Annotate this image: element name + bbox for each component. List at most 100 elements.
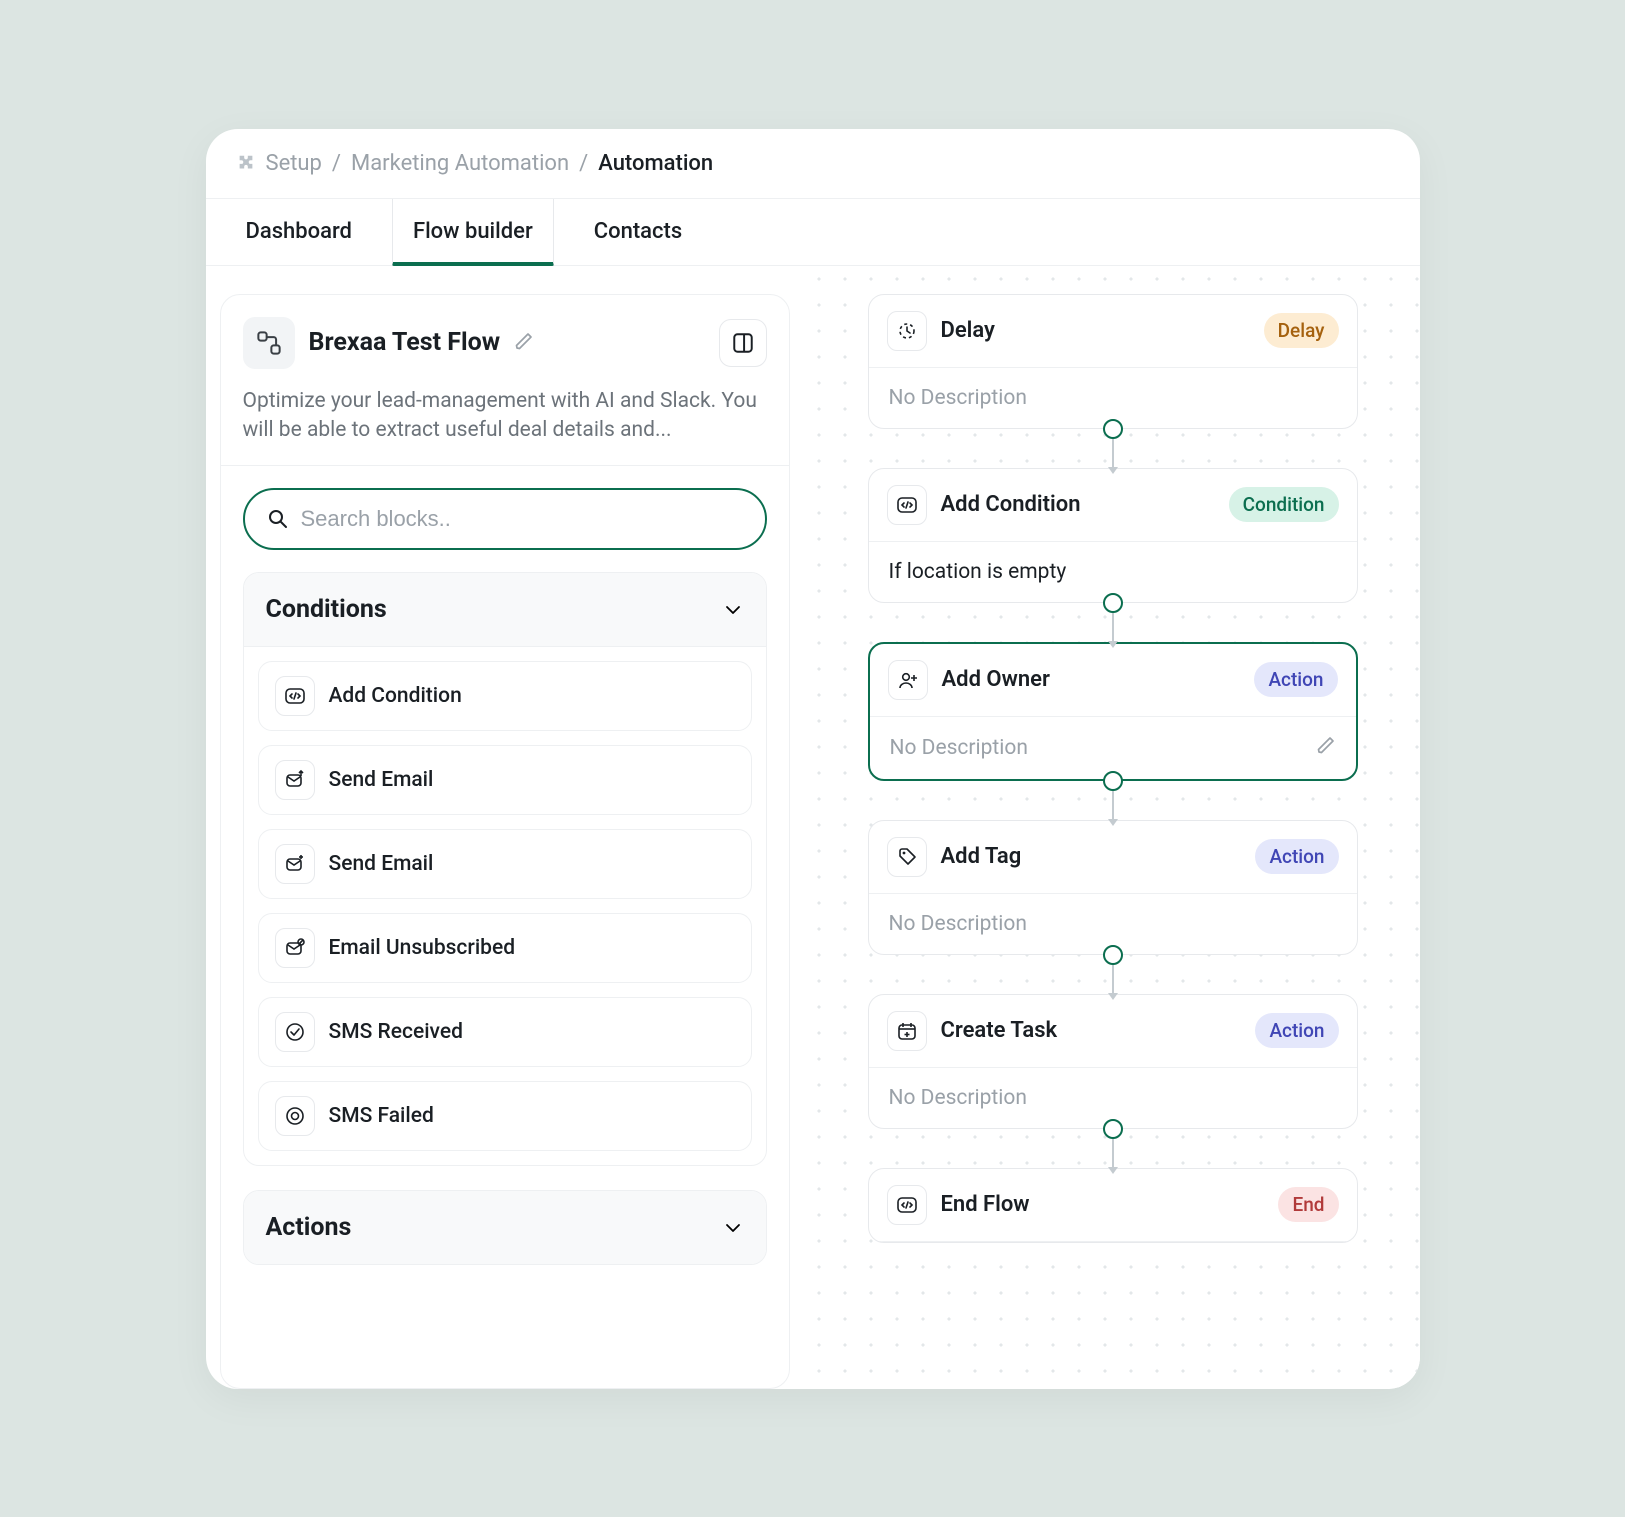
edit-title-button[interactable]	[514, 331, 534, 355]
flow-node[interactable]: Delay Delay No Description	[868, 294, 1358, 429]
flow-icon	[243, 317, 295, 369]
flow-node[interactable]: Add Owner Action No Description	[868, 642, 1358, 781]
tab-dashboard[interactable]: Dashboard	[236, 199, 362, 265]
block-item[interactable]: Send Email	[258, 745, 752, 815]
search-input[interactable]	[301, 506, 743, 532]
code-icon	[275, 676, 315, 716]
check-circle-icon	[275, 1012, 315, 1052]
group-conditions: Conditions Add Condition Send Email Send…	[243, 572, 767, 1166]
node-head: Create Task Action	[869, 995, 1357, 1068]
calendar-plus-icon	[887, 1011, 927, 1051]
flow-node[interactable]: End Flow End	[868, 1168, 1358, 1243]
tabs: Dashboard Flow builder Contacts	[206, 199, 1420, 266]
clock-icon	[887, 311, 927, 351]
block-item-label: Email Unsubscribed	[329, 936, 516, 960]
canvas[interactable]: Delay Delay No Description Add Condition…	[806, 266, 1420, 1389]
node-title: End Flow	[941, 1192, 1030, 1217]
flow-node[interactable]: Create Task Action No Description	[868, 994, 1358, 1129]
user-plus-icon	[888, 660, 928, 700]
flow-header: Brexaa Test Flow Optimize your lead-mana…	[221, 295, 789, 467]
node-body-text: No Description	[889, 386, 1027, 410]
node-body-text: If location is empty	[889, 560, 1067, 584]
node-badge: Action	[1254, 662, 1337, 697]
code-icon	[887, 1185, 927, 1225]
node-body-text: No Description	[889, 1086, 1027, 1110]
node-head: Add Condition Condition	[869, 469, 1357, 542]
block-item-label: Add Condition	[329, 684, 462, 708]
tab-flow-builder[interactable]: Flow builder	[392, 199, 554, 266]
node-title: Add Tag	[941, 844, 1022, 869]
block-item[interactable]: Send Email	[258, 829, 752, 899]
layout-toggle-button[interactable]	[719, 319, 767, 367]
node-badge: Action	[1255, 839, 1338, 874]
connector-arrow-icon	[1108, 467, 1118, 474]
breadcrumb-current: Automation	[598, 151, 713, 176]
block-item[interactable]: SMS Received	[258, 997, 752, 1067]
group-conditions-body: Add Condition Send Email Send Email Emai…	[244, 647, 766, 1165]
node-head: Delay Delay	[869, 295, 1357, 368]
node-badge: Delay	[1264, 313, 1339, 348]
block-item-label: Send Email	[329, 852, 434, 876]
node-badge: End	[1278, 1187, 1338, 1222]
connector-arrow-icon	[1108, 1167, 1118, 1174]
connector-dot-icon	[1103, 945, 1123, 965]
node-connector	[1103, 419, 1123, 478]
tag-icon	[887, 837, 927, 877]
group-actions-title: Actions	[266, 1213, 352, 1242]
block-item[interactable]: Add Condition	[258, 661, 752, 731]
node-connector	[1103, 945, 1123, 1004]
node-head: Add Owner Action	[870, 644, 1356, 717]
node-title: Add Condition	[941, 492, 1081, 517]
block-item-label: Send Email	[329, 768, 434, 792]
search-blocks[interactable]	[243, 488, 767, 550]
node-head: Add Tag Action	[869, 821, 1357, 894]
connector-arrow-icon	[1108, 641, 1118, 648]
mail-block-icon	[275, 928, 315, 968]
flow-title: Brexaa Test Flow	[309, 328, 501, 357]
node-body: No Description	[870, 717, 1356, 779]
connector-arrow-icon	[1108, 993, 1118, 1000]
code-icon	[887, 485, 927, 525]
group-actions-header[interactable]: Actions	[244, 1191, 766, 1264]
breadcrumb: Setup / Marketing Automation / Automatio…	[206, 129, 1420, 199]
chevron-down-icon	[722, 599, 744, 621]
edit-node-button[interactable]	[1316, 735, 1336, 761]
connector-dot-icon	[1103, 1119, 1123, 1139]
mail-plus-icon	[275, 844, 315, 884]
pencil-icon	[514, 331, 534, 351]
node-connector	[1103, 593, 1123, 652]
node-title: Delay	[941, 318, 995, 343]
connector-dot-icon	[1103, 419, 1123, 439]
node-body-text: No Description	[890, 736, 1028, 760]
node-connector	[1103, 771, 1123, 830]
puzzle-icon	[236, 153, 256, 173]
search-icon	[267, 508, 289, 530]
block-item[interactable]: Email Unsubscribed	[258, 913, 752, 983]
layout-icon	[731, 331, 755, 355]
sidebar: Brexaa Test Flow Optimize your lead-mana…	[220, 294, 790, 1389]
block-item[interactable]: SMS Failed	[258, 1081, 752, 1151]
node-connector	[1103, 1119, 1123, 1178]
app-window: Setup / Marketing Automation / Automatio…	[206, 129, 1420, 1389]
node-head: End Flow End	[869, 1169, 1357, 1242]
group-actions: Actions	[243, 1190, 767, 1265]
flow-node[interactable]: Add Condition Condition If location is e…	[868, 468, 1358, 603]
connector-arrow-icon	[1108, 819, 1118, 826]
breadcrumb-marketing-automation[interactable]: Marketing Automation	[351, 151, 569, 176]
tab-contacts[interactable]: Contacts	[584, 199, 692, 265]
target-icon	[275, 1096, 315, 1136]
flow-node[interactable]: Add Tag Action No Description	[868, 820, 1358, 955]
node-badge: Condition	[1229, 487, 1339, 522]
node-badge: Action	[1255, 1013, 1338, 1048]
flow-description: Optimize your lead-management with AI an…	[243, 387, 767, 446]
group-conditions-header[interactable]: Conditions	[244, 573, 766, 647]
block-item-label: SMS Received	[329, 1020, 463, 1044]
group-conditions-title: Conditions	[266, 595, 387, 624]
breadcrumb-setup[interactable]: Setup	[266, 151, 322, 176]
node-title: Create Task	[941, 1018, 1058, 1043]
block-item-label: SMS Failed	[329, 1104, 434, 1128]
node-body-text: No Description	[889, 912, 1027, 936]
connector-dot-icon	[1103, 593, 1123, 613]
chevron-down-icon	[722, 1217, 744, 1239]
pencil-icon	[1316, 735, 1336, 755]
